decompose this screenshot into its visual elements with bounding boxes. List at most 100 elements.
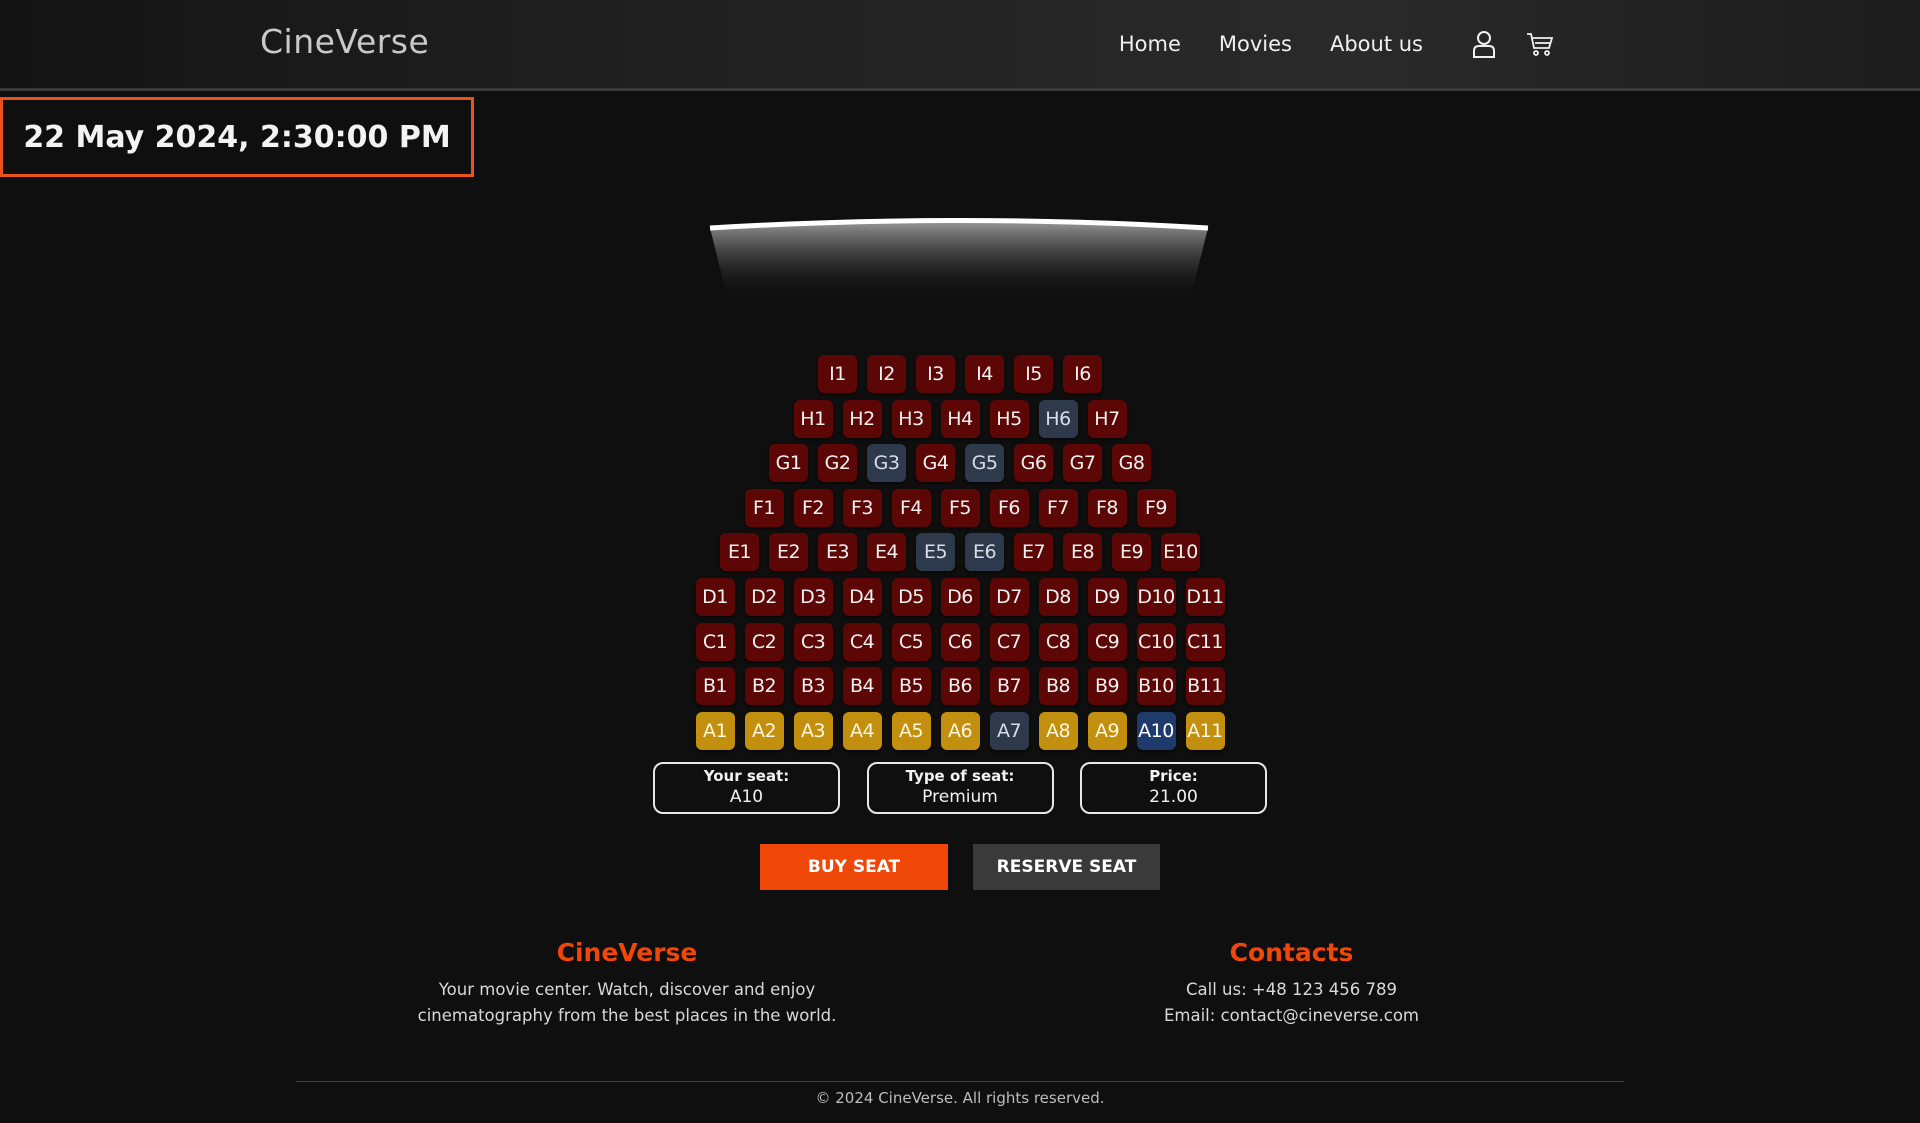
seat-c9[interactable]: C9 xyxy=(1087,622,1127,661)
footer-contacts-title: Contacts xyxy=(1229,938,1354,967)
seat-c11[interactable]: C11 xyxy=(1185,622,1225,661)
seat-a9[interactable]: A9 xyxy=(1087,711,1127,750)
seat-e5[interactable]: E5 xyxy=(916,533,955,572)
seat-a3[interactable]: A3 xyxy=(793,711,833,750)
seat-e8[interactable]: E8 xyxy=(1063,533,1102,572)
seat-d1[interactable]: D1 xyxy=(695,577,735,616)
reserve-seat-button[interactable]: RESERVE SEAT xyxy=(973,844,1160,890)
seat-a7[interactable]: A7 xyxy=(989,711,1029,750)
seat-b6[interactable]: B6 xyxy=(940,667,980,706)
seat-d6[interactable]: D6 xyxy=(940,577,980,616)
seat-f2[interactable]: F2 xyxy=(793,488,833,527)
footer-email[interactable]: Email: contact@cineverse.com xyxy=(1164,1006,1419,1025)
cart-icon[interactable] xyxy=(1525,29,1555,59)
seat-i1[interactable]: I1 xyxy=(818,355,857,393)
seat-c2[interactable]: C2 xyxy=(744,622,784,661)
seat-b1[interactable]: B1 xyxy=(695,667,735,706)
price-label: Price: xyxy=(1149,767,1198,785)
nav-about-link[interactable]: About us xyxy=(1330,32,1423,56)
seat-i3[interactable]: I3 xyxy=(916,355,955,393)
seat-h5[interactable]: H5 xyxy=(989,399,1029,438)
brand-logo[interactable]: CineVerse xyxy=(260,22,429,61)
nav-icons xyxy=(1469,29,1555,59)
user-icon[interactable] xyxy=(1469,29,1499,59)
seat-c7[interactable]: C7 xyxy=(989,622,1029,661)
buy-seat-button[interactable]: BUY SEAT xyxy=(760,844,948,890)
seat-f8[interactable]: F8 xyxy=(1087,488,1127,527)
seat-d4[interactable]: D4 xyxy=(842,577,882,616)
seat-d11[interactable]: D11 xyxy=(1185,577,1225,616)
seat-g5[interactable]: G5 xyxy=(965,444,1004,483)
nav-home-link[interactable]: Home xyxy=(1119,32,1181,56)
seat-f3[interactable]: F3 xyxy=(842,488,882,527)
seat-a11[interactable]: A11 xyxy=(1185,711,1225,750)
seat-g8[interactable]: G8 xyxy=(1112,444,1151,483)
seat-i6[interactable]: I6 xyxy=(1063,355,1102,393)
seat-g3[interactable]: G3 xyxy=(867,444,906,483)
seat-d3[interactable]: D3 xyxy=(793,577,833,616)
seat-d7[interactable]: D7 xyxy=(989,577,1029,616)
seat-c4[interactable]: C4 xyxy=(842,622,882,661)
seat-h7[interactable]: H7 xyxy=(1087,399,1127,438)
seat-b3[interactable]: B3 xyxy=(793,667,833,706)
seat-b8[interactable]: B8 xyxy=(1038,667,1078,706)
seat-e10[interactable]: E10 xyxy=(1161,533,1200,572)
seat-b9[interactable]: B9 xyxy=(1087,667,1127,706)
seat-c8[interactable]: C8 xyxy=(1038,622,1078,661)
seat-c3[interactable]: C3 xyxy=(793,622,833,661)
seat-e4[interactable]: E4 xyxy=(867,533,906,572)
seat-d8[interactable]: D8 xyxy=(1038,577,1078,616)
seat-g4[interactable]: G4 xyxy=(916,444,955,483)
seat-g1[interactable]: G1 xyxy=(769,444,808,483)
seat-i4[interactable]: I4 xyxy=(965,355,1004,393)
seat-g6[interactable]: G6 xyxy=(1014,444,1053,483)
seat-f7[interactable]: F7 xyxy=(1038,488,1078,527)
seat-a4[interactable]: A4 xyxy=(842,711,882,750)
seat-d5[interactable]: D5 xyxy=(891,577,931,616)
seat-g2[interactable]: G2 xyxy=(818,444,857,483)
seat-e9[interactable]: E9 xyxy=(1112,533,1151,572)
seat-f4[interactable]: F4 xyxy=(891,488,931,527)
seat-a8[interactable]: A8 xyxy=(1038,711,1078,750)
seat-f5[interactable]: F5 xyxy=(940,488,980,527)
seat-b11[interactable]: B11 xyxy=(1185,667,1225,706)
seat-e2[interactable]: E2 xyxy=(769,533,808,572)
seat-e6[interactable]: E6 xyxy=(965,533,1004,572)
nav-movies-link[interactable]: Movies xyxy=(1219,32,1292,56)
seat-i2[interactable]: I2 xyxy=(867,355,906,393)
seat-b5[interactable]: B5 xyxy=(891,667,931,706)
seat-f6[interactable]: F6 xyxy=(989,488,1029,527)
seat-a5[interactable]: A5 xyxy=(891,711,931,750)
seat-b2[interactable]: B2 xyxy=(744,667,784,706)
seat-h1[interactable]: H1 xyxy=(793,399,833,438)
seat-d10[interactable]: D10 xyxy=(1136,577,1176,616)
seat-f9[interactable]: F9 xyxy=(1136,488,1176,527)
footer-copyright: © 2024 CineVerse. All rights reserved. xyxy=(815,1089,1105,1107)
seat-c5[interactable]: C5 xyxy=(891,622,931,661)
seat-c1[interactable]: C1 xyxy=(695,622,735,661)
seat-e3[interactable]: E3 xyxy=(818,533,857,572)
seat-h4[interactable]: H4 xyxy=(940,399,980,438)
seat-h3[interactable]: H3 xyxy=(891,399,931,438)
seat-b4[interactable]: B4 xyxy=(842,667,882,706)
your-seat-label: Your seat: xyxy=(703,767,790,785)
seat-h6[interactable]: H6 xyxy=(1038,399,1078,438)
seat-e7[interactable]: E7 xyxy=(1014,533,1053,572)
seat-f1[interactable]: F1 xyxy=(744,488,784,527)
seat-c6[interactable]: C6 xyxy=(940,622,980,661)
seat-a6[interactable]: A6 xyxy=(940,711,980,750)
seat-c10[interactable]: C10 xyxy=(1136,622,1176,661)
seat-a10[interactable]: A10 xyxy=(1136,711,1176,750)
seat-a1[interactable]: A1 xyxy=(695,711,735,750)
seat-a2[interactable]: A2 xyxy=(744,711,784,750)
seat-h2[interactable]: H2 xyxy=(842,399,882,438)
seat-i5[interactable]: I5 xyxy=(1014,355,1053,393)
footer-phone[interactable]: Call us: +48 123 456 789 xyxy=(1186,980,1397,999)
seat-b7[interactable]: B7 xyxy=(989,667,1029,706)
seat-d9[interactable]: D9 xyxy=(1087,577,1127,616)
seat-b10[interactable]: B10 xyxy=(1136,667,1176,706)
seat-e1[interactable]: E1 xyxy=(720,533,759,572)
seat-g7[interactable]: G7 xyxy=(1063,444,1102,483)
seat-row-h: H1 H2 H3 H4 H5 H6 H7 xyxy=(0,399,1920,438)
seat-d2[interactable]: D2 xyxy=(744,577,784,616)
